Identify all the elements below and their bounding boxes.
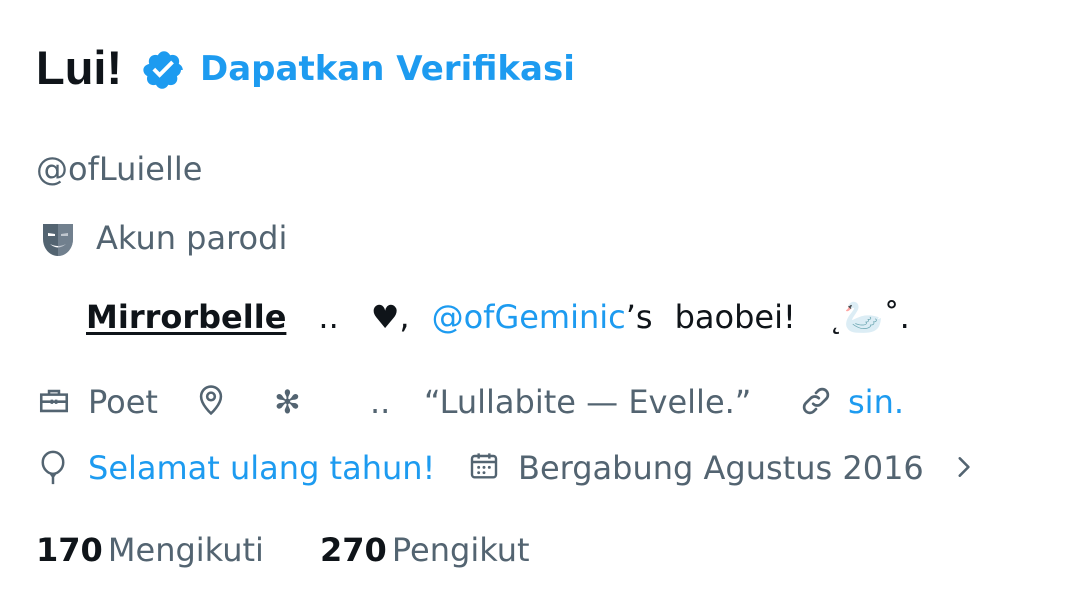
bio-mention-link[interactable]: @ofGeminic [432,298,626,336]
parody-label: Akun parodi [96,219,288,257]
birthday-link[interactable]: Selamat ulang tahun! [88,446,435,490]
location-text: “Lullabite — Evelle.” [424,383,752,421]
joined-date: Bergabung Agustus 2016 [518,449,924,487]
swan-emoji: 🦢 [843,298,884,336]
balloon-icon [41,450,65,485]
chevron-right-icon[interactable] [950,452,976,482]
location-star: ✻ [274,383,301,421]
display-name: Lui! [36,41,123,94]
user-handle: @ofLuielle [36,150,203,188]
bio-tail-left: ˛ [827,298,844,336]
following-count: 170 [36,531,103,569]
followers-stat[interactable]: 270 Pengikut [320,528,530,572]
bio-mirror-text: Mirrorbelle [86,298,287,336]
followers-count: 270 [320,531,387,569]
map-pin-icon [199,385,223,416]
following-label: Mengikuti [107,531,264,569]
verified-badge-icon[interactable] [142,48,186,92]
briefcase-icon [39,389,69,413]
following-stat[interactable]: 170 Mengikuti [36,528,264,572]
bio-heart: ♥, [370,298,410,336]
calendar-icon [470,453,498,479]
bio-possessive: ’s [625,298,653,336]
bio-baobei: baobei! [674,298,796,336]
theater-mask-icon [43,224,73,256]
website-link[interactable]: sin. [848,380,904,424]
followers-label: Pengikut [391,531,530,569]
location-dots: .. [370,383,391,421]
link-icon [802,387,830,415]
bio-dots: .. [318,298,339,336]
get-verified-link[interactable]: Dapatkan Verifikasi [200,46,575,92]
profession-text: Poet [88,383,158,421]
bio-tail-right: ˚. [883,298,910,336]
bio: Mirrorbelle.. ♥, @ofGeminic’s baobei! ˛🦢˚. [86,295,910,339]
